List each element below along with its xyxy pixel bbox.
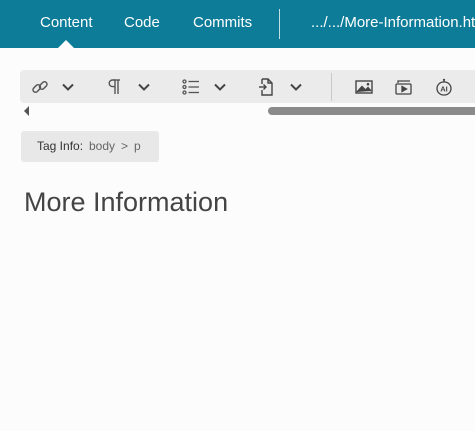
list-icon [182,79,199,95]
toolbar-scrollbar-thumb[interactable] [268,107,475,115]
chevron-down-icon [138,83,150,91]
chevron-down-icon [214,83,226,91]
top-nav-bar: Content Code Commits .../.../More-Inform… [0,0,475,48]
nav-divider [279,9,280,39]
editor-toolbar: AI [20,70,475,103]
paragraph-dropdown-button[interactable] [135,74,153,100]
breadcrumb-item-body[interactable]: body [89,131,115,162]
media-icon [395,80,412,95]
link-icon [32,81,48,93]
tab-code[interactable]: Code [124,0,160,46]
tag-info-label: Tag Info: [37,139,84,153]
list-button[interactable] [180,74,202,100]
link-button[interactable] [29,74,51,100]
image-icon [355,80,373,94]
breadcrumb-item-p[interactable]: p [134,131,141,162]
chevron-down-icon [62,83,74,91]
insert-media-button[interactable] [393,74,415,100]
file-path[interactable]: .../.../More-Information.html [311,0,475,46]
ai-icon-label: AI [440,85,448,94]
insert-file-button[interactable] [256,74,276,100]
paragraph-button[interactable] [105,74,125,100]
insert-file-icon [259,78,273,96]
link-dropdown-button[interactable] [59,74,77,100]
scroll-left-arrow[interactable] [24,106,29,116]
toolbar-separator [331,73,332,101]
pilcrow-icon [108,79,120,94]
breadcrumb-separator: > [121,139,129,153]
tag-info-breadcrumb: Tag Info: body > p [21,131,159,162]
list-dropdown-button[interactable] [211,74,229,100]
content-heading[interactable]: More Information [24,184,228,220]
chevron-down-icon [290,83,302,91]
tab-commits[interactable]: Commits [193,0,252,46]
tab-content[interactable]: Content [40,0,93,48]
insert-image-button[interactable] [353,74,375,100]
ai-icon: AI [436,78,452,96]
insert-dropdown-button[interactable] [287,74,305,100]
ai-assistant-button[interactable]: AI [433,74,455,100]
